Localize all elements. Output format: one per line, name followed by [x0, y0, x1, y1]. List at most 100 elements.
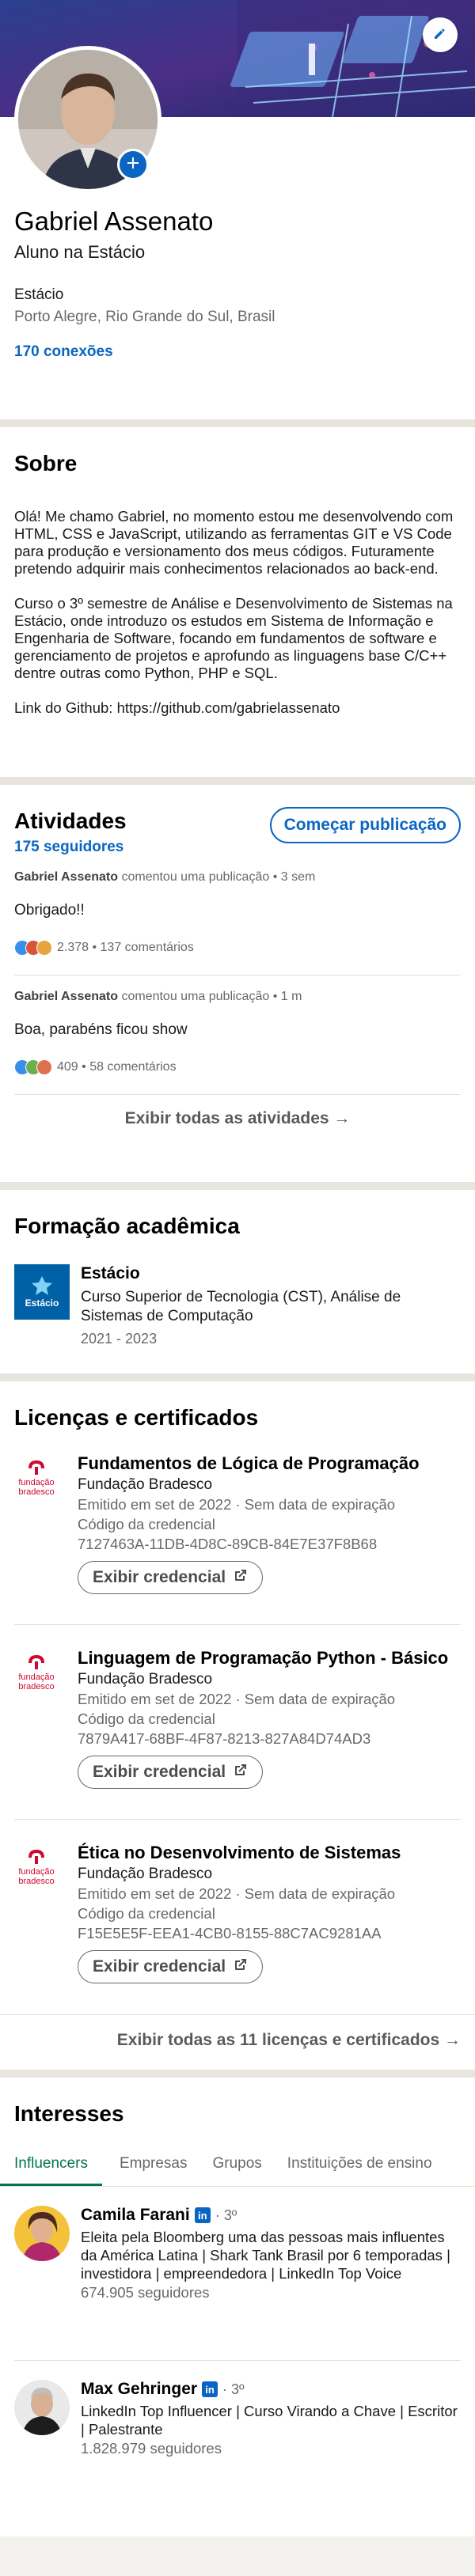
section-gap	[0, 419, 475, 427]
tab-empresas[interactable]: Empresas	[120, 2147, 188, 2186]
license-name: Fundamentos de Lógica de Programação	[78, 1453, 420, 1473]
connection-degree: · 3º	[222, 2381, 245, 2397]
education-title: Formação acadêmica	[14, 1214, 240, 1238]
tab-influencers[interactable]: Influencers	[0, 2147, 102, 2186]
about-title: Sobre	[14, 451, 78, 475]
license-info: Fundamentos de Lógica de Programação Fun…	[78, 1453, 461, 1625]
show-credential-button[interactable]: Exibir credencial	[78, 1756, 264, 1789]
license-item[interactable]: fundação bradesco Linguagem de Programaçã…	[0, 1625, 475, 1820]
edit-banner-button[interactable]	[423, 17, 458, 52]
post-text: Obrigado!!	[14, 902, 85, 919]
activity-post[interactable]: Gabriel Assenato comentou uma publicação…	[0, 975, 475, 1095]
education-section: Formação acadêmica Estácio Estácio Curso…	[0, 1190, 475, 1373]
influencer-name-row: Camila Farani in · 3º	[81, 2206, 461, 2225]
license-info: Ética no Desenvolvimento de Sistemas Fun…	[78, 1842, 461, 2014]
tab-instituicoes-de-ensino[interactable]: Instituições de ensino	[287, 2147, 432, 2186]
profile-card: Gabriel Assenato Aluno na Estácio Estáci…	[0, 0, 475, 419]
influencer-item[interactable]: Max Gehringer in · 3º LinkedIn Top Influ…	[0, 2361, 475, 2457]
degree-name: Curso Superior de Tecnologia (CST), Anál…	[81, 1289, 401, 1324]
post-author[interactable]: Gabriel Assenato	[14, 870, 118, 884]
education-item[interactable]: Estácio Estácio Curso Superior de Tecnol…	[14, 1264, 461, 1347]
love-reaction-icon	[36, 1059, 52, 1075]
plus-icon	[127, 157, 139, 173]
insightful-reaction-icon	[36, 940, 52, 956]
post-stats: 409 • 58 comentários	[57, 1060, 177, 1074]
activity-post[interactable]: Gabriel Assenato comentou uma publicação…	[0, 864, 475, 975]
about-github-link[interactable]: Link do Github: https://github.com/gabri…	[14, 699, 461, 717]
about-section: Sobre Olá! Me chamo Gabriel, no momento …	[0, 427, 475, 777]
linkedin-icon: in	[194, 2207, 211, 2223]
section-gap	[0, 2070, 475, 2078]
start-post-button[interactable]: Começar publicação	[269, 807, 461, 843]
about-paragraph: Olá! Me chamo Gabriel, no momento estou …	[14, 508, 454, 577]
show-credential-label: Exibir credencial	[93, 1763, 226, 1781]
linkedin-icon: in	[202, 2381, 218, 2397]
influencer-name[interactable]: Max Gehringer	[81, 2380, 197, 2399]
section-gap	[0, 1373, 475, 1381]
external-link-icon	[234, 1568, 248, 1587]
fundacao-bradesco-logo-text-1: fundação	[18, 1478, 55, 1487]
influencer-description: LinkedIn Top Influencer | Curso Virando …	[81, 2403, 458, 2438]
influencer-item[interactable]: Camila Farani in · 3º Eleita pela Bloomb…	[0, 2187, 475, 2361]
show-credential-button[interactable]: Exibir credencial	[78, 1561, 264, 1594]
influencer-avatar	[14, 2206, 70, 2261]
external-link-icon	[234, 1763, 248, 1782]
show-credential-label: Exibir credencial	[93, 1568, 226, 1586]
profile-location: Porto Alegre, Rio Grande do Sul, Brasil	[14, 309, 276, 325]
profile-headline: Aluno na Estácio	[14, 242, 146, 262]
post-action: comentou uma publicação • 1 m	[118, 990, 302, 1003]
activity-header: Atividades 175 seguidores Começar public…	[0, 785, 475, 864]
fundacao-bradesco-logo-text-2: bradesco	[18, 1487, 55, 1497]
show-credential-label: Exibir credencial	[93, 1957, 226, 1976]
licenses-section: Licenças e certificados fundação bradesco…	[0, 1381, 475, 2070]
fundacao-bradesco-logo: fundação bradesco	[14, 1647, 59, 1703]
license-item[interactable]: fundação bradesco Fundamentos de Lógica d…	[0, 1430, 475, 1625]
fundacao-bradesco-logo-text: fundação bradesco	[18, 1673, 54, 1691]
show-all-licenses-button[interactable]: Exibir todas as 11 licenças e certificad…	[0, 2014, 475, 2066]
fundacao-bradesco-logo-text-1: fundação	[18, 1673, 55, 1682]
license-issued-date: Emitido em set de 2022 · Sem data de exp…	[78, 1691, 396, 1707]
credential-label: Código da credencial	[78, 1905, 215, 1922]
post-meta: Gabriel Assenato comentou uma publicação…	[14, 990, 461, 1004]
external-link-icon	[234, 1957, 248, 1976]
post-text: Boa, parabéns ficou show	[14, 1021, 188, 1038]
bradesco-tree-icon	[28, 1460, 44, 1475]
profile-name: Gabriel Assenato	[14, 206, 214, 236]
interests-section: Interesses Influencers Empresas Grupos I…	[0, 2078, 475, 2536]
section-gap	[0, 1182, 475, 1190]
fundacao-bradesco-logo: fundação bradesco	[14, 1842, 59, 1897]
fundacao-bradesco-logo-text-2: bradesco	[18, 1682, 55, 1691]
license-issued-date: Emitido em set de 2022 · Sem data de exp…	[78, 1496, 396, 1513]
post-reactions[interactable]: 2.378 • 137 comentários	[14, 940, 461, 956]
section-gap	[0, 777, 475, 785]
about-paragraph: Curso o 3º semestre de Análise e Desenvo…	[14, 595, 453, 681]
connections-link[interactable]: 170 conexões	[14, 343, 461, 361]
post-author[interactable]: Gabriel Assenato	[14, 990, 118, 1003]
fundacao-bradesco-logo-text: fundação bradesco	[18, 1867, 54, 1886]
connection-degree: · 3º	[215, 2207, 238, 2223]
bradesco-tree-icon	[28, 1655, 44, 1669]
interests-title: Interesses	[14, 2101, 124, 2126]
bradesco-tree-icon	[28, 1850, 44, 1864]
show-all-activity-button[interactable]: Exibir todas as atividades →	[0, 1095, 475, 1142]
influencer-name[interactable]: Camila Farani	[81, 2206, 190, 2225]
interests-tabs: Influencers Empresas Grupos Instituições…	[0, 2147, 475, 2187]
post-meta: Gabriel Assenato comentou uma publicação…	[14, 870, 461, 885]
credential-label: Código da credencial	[78, 1710, 215, 1727]
estacio-star-icon	[32, 1276, 52, 1295]
license-issuer: Fundação Bradesco	[78, 1476, 213, 1493]
credential-id: 7879A417-68BF-4F87-8213-827A84D74AD3	[78, 1730, 371, 1747]
profile-organization[interactable]: Estácio	[14, 286, 461, 304]
post-reactions[interactable]: 409 • 58 comentários	[14, 1059, 461, 1075]
tab-grupos[interactable]: Grupos	[212, 2147, 261, 2186]
estacio-logo: Estácio	[14, 1264, 70, 1320]
fundacao-bradesco-logo-text-2: bradesco	[18, 1877, 55, 1886]
license-item[interactable]: fundação bradesco Ética no Desenvolviment…	[0, 1820, 475, 2014]
show-credential-button[interactable]: Exibir credencial	[78, 1950, 264, 1983]
reaction-icons	[14, 940, 52, 956]
fundacao-bradesco-logo-text-1: fundação	[18, 1867, 55, 1877]
influencer-description: Eleita pela Bloomberg uma das pessoas ma…	[81, 2229, 450, 2282]
credential-label: Código da credencial	[78, 1516, 215, 1532]
add-photo-button[interactable]	[117, 149, 149, 180]
credential-id: F15E5E5F-EEA1-4CB0-8155-88C7AC9281AA	[78, 1925, 382, 1941]
